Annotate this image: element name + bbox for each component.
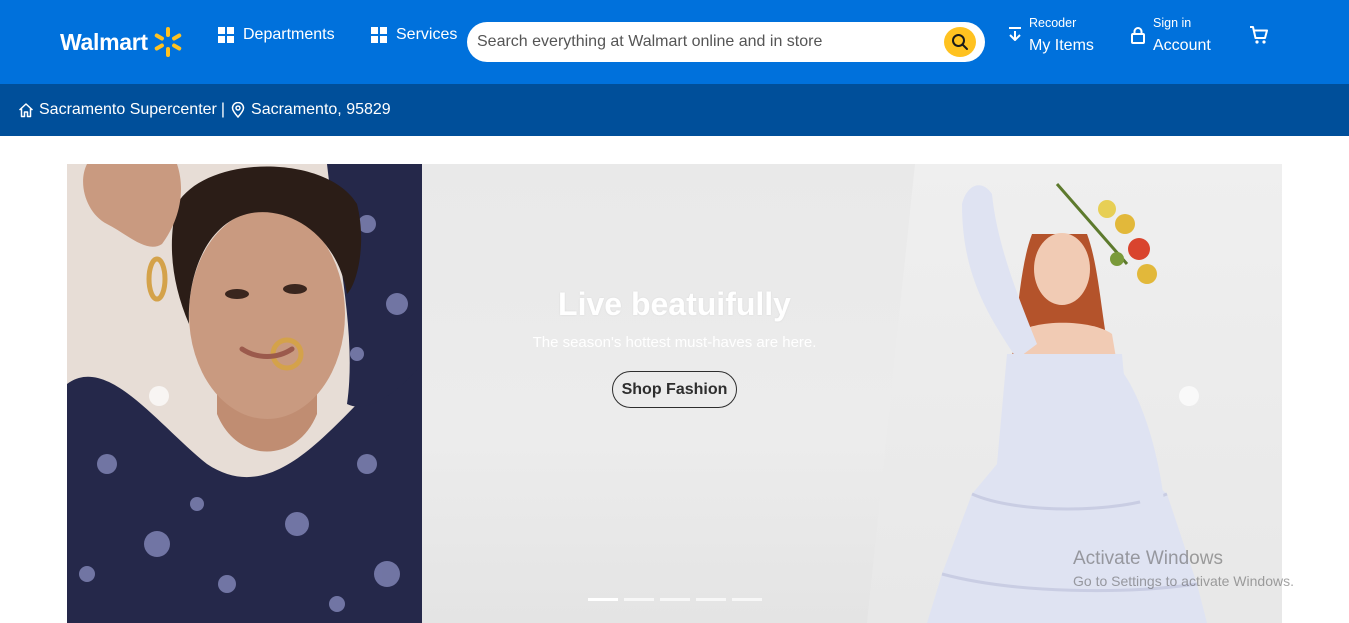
location-text: Sacramento, 95829 bbox=[251, 101, 391, 118]
carousel-prev-button[interactable] bbox=[149, 386, 169, 406]
separator: | bbox=[220, 101, 226, 118]
location-pin-icon bbox=[231, 102, 245, 118]
store-name: Sacramento Supercenter bbox=[39, 101, 217, 118]
top-header: Walmart Departments Services Search ever… bbox=[0, 0, 1349, 84]
carousel-dot[interactable] bbox=[624, 598, 654, 601]
grid-icon bbox=[371, 27, 387, 43]
carousel-indicators bbox=[588, 598, 762, 601]
reorder-icon bbox=[1009, 27, 1021, 41]
lock-icon bbox=[1131, 27, 1145, 44]
carousel-dot[interactable] bbox=[696, 598, 726, 601]
shop-fashion-button[interactable]: Shop Fashion bbox=[612, 371, 737, 408]
my-items-label: My Items bbox=[1029, 37, 1094, 54]
search-bar bbox=[467, 22, 985, 62]
location-selector[interactable]: Sacramento, 95829 bbox=[230, 101, 391, 119]
carousel-dot[interactable] bbox=[588, 598, 618, 601]
departments-label: Departments bbox=[243, 26, 335, 43]
store-location-bar: Sacramento Supercenter | Sacramento, 958… bbox=[0, 84, 1349, 136]
hero-title: Live beatuifully bbox=[558, 286, 791, 322]
search-input[interactable] bbox=[477, 22, 937, 62]
carousel-dot[interactable] bbox=[732, 598, 762, 601]
cart-icon[interactable] bbox=[1249, 25, 1269, 45]
carousel-dot[interactable] bbox=[660, 598, 690, 601]
activate-windows-watermark: Activate Windows Go to Settings to activ… bbox=[1073, 548, 1294, 589]
services-button[interactable]: Services bbox=[371, 24, 457, 46]
departments-button[interactable]: Departments bbox=[218, 24, 335, 46]
search-icon bbox=[952, 34, 968, 50]
logo-text: Walmart bbox=[60, 28, 148, 55]
reorder-small-label: Recoder bbox=[1029, 16, 1077, 30]
watermark-subtitle: Go to Settings to activate Windows. bbox=[1073, 573, 1294, 589]
account-label: Account bbox=[1153, 37, 1211, 54]
hero-subtitle: The season's hottest must-haves are here… bbox=[532, 334, 817, 351]
model-portrait-image bbox=[67, 164, 422, 623]
services-label: Services bbox=[396, 26, 458, 43]
walmart-logo[interactable]: Walmart bbox=[60, 24, 185, 60]
hero-image-left bbox=[67, 164, 422, 623]
watermark-title: Activate Windows bbox=[1073, 548, 1223, 569]
store-selector[interactable]: Sacramento Supercenter bbox=[18, 101, 217, 119]
sign-in-label: Sign in bbox=[1153, 16, 1192, 30]
spark-icon bbox=[154, 27, 182, 57]
carousel-next-button[interactable] bbox=[1179, 386, 1199, 406]
search-button[interactable] bbox=[944, 27, 976, 57]
grid-icon bbox=[218, 27, 234, 43]
home-icon bbox=[18, 103, 34, 118]
